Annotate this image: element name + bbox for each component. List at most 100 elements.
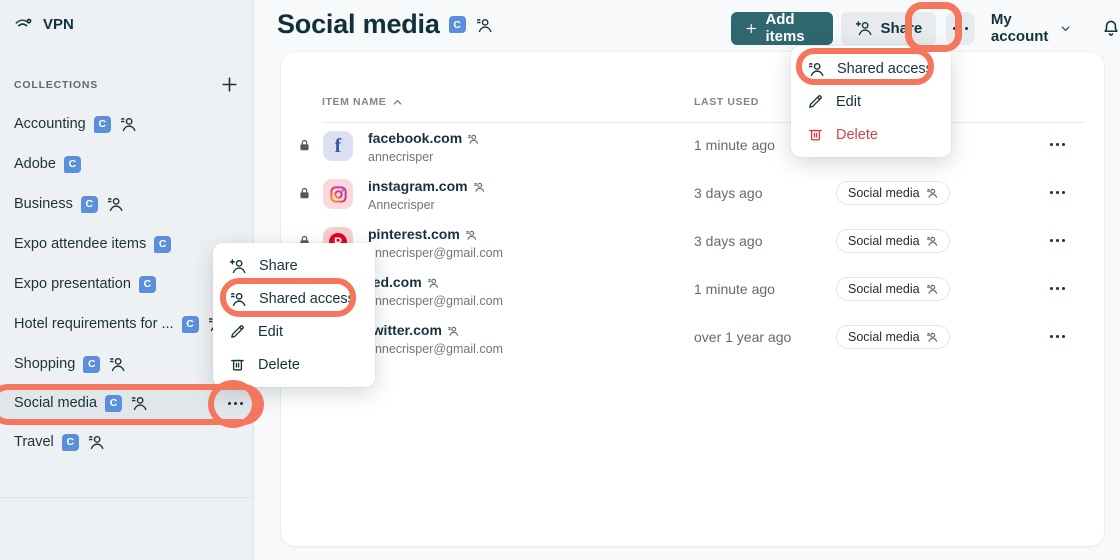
shared-icon: [108, 355, 126, 373]
vpn-icon: [14, 15, 33, 34]
sidebar-item-vpn[interactable]: VPN: [0, 0, 253, 34]
collection-badge: C: [105, 394, 123, 412]
shared-icon: [87, 433, 105, 451]
item-account: Annecrisper: [368, 198, 435, 212]
last-used: 1 minute ago: [694, 137, 775, 153]
collection-badge: C: [181, 315, 199, 333]
items-table: f facebook.com annecrisper 1 minute ago …: [281, 122, 1104, 362]
shared-icon: [427, 277, 439, 289]
person-add-icon: [229, 257, 247, 275]
ellipsis-icon: [953, 26, 969, 30]
trash-icon: [229, 356, 246, 373]
collection-label: Business: [14, 196, 73, 212]
sidebar-item-accounting[interactable]: Accounting C: [0, 104, 253, 144]
chevron-down-icon: [1062, 26, 1070, 31]
menu-item-delete[interactable]: Delete: [213, 348, 375, 381]
share-button[interactable]: Share: [840, 11, 937, 45]
collection-badge: C: [80, 195, 98, 213]
shared-icon: [467, 133, 479, 145]
row-more-button[interactable]: [1050, 287, 1065, 290]
page-title: Social media: [277, 9, 440, 39]
menu-item-label: Shared access: [837, 60, 933, 77]
sidebar-item-social-media[interactable]: Social media C: [0, 384, 253, 422]
item-account: annecrisper@gmail.com: [368, 294, 503, 308]
shared-icon: [926, 331, 938, 343]
menu-item-shared-access[interactable]: Shared access: [213, 282, 375, 315]
item-account: annecrisper: [368, 150, 434, 164]
column-header-last-used: LAST USED: [694, 96, 759, 108]
trash-icon: [807, 126, 824, 143]
last-used: 3 days ago: [694, 233, 763, 249]
collection-badge: C: [83, 355, 101, 373]
table-row[interactable]: t twitter.com annecrisper@gmail.com over…: [281, 314, 1104, 362]
last-used: 1 minute ago: [694, 281, 775, 297]
menu-item-label: Shared access: [259, 290, 355, 307]
instagram-icon: [323, 179, 353, 209]
sidebar-item-adobe[interactable]: Adobe C: [0, 144, 253, 184]
shared-collection-icon: [475, 16, 493, 34]
item-name: facebook.com: [368, 130, 463, 146]
sidebar-item-travel[interactable]: Travel C: [0, 422, 253, 462]
table-row[interactable]: f facebook.com annecrisper 1 minute ago …: [281, 122, 1104, 170]
collection-context-menu: Share Shared access Edit Delete: [213, 243, 375, 387]
sidebar-item-business[interactable]: Business C: [0, 184, 253, 224]
collection-badge: C: [61, 433, 79, 451]
menu-item-edit[interactable]: Edit: [791, 85, 951, 118]
shared-icon: [473, 181, 485, 193]
pencil-icon: [807, 93, 824, 110]
menu-item-share[interactable]: Share: [213, 249, 375, 282]
lock-icon: [297, 186, 312, 201]
row-more-button[interactable]: [1050, 335, 1065, 338]
item-account: annecrisper@gmail.com: [368, 246, 503, 260]
menu-item-label: Edit: [258, 323, 283, 340]
row-more-button[interactable]: [1050, 239, 1065, 242]
sidebar-divider: [0, 497, 253, 498]
menu-item-delete[interactable]: Delete: [791, 118, 951, 151]
item-name: instagram.com: [368, 178, 468, 194]
collection-badge: C: [93, 115, 111, 133]
shared-icon: [119, 115, 137, 133]
sort-ascending-icon: [393, 99, 402, 105]
menu-item-label: Delete: [836, 126, 878, 143]
bell-icon: [1104, 20, 1118, 36]
menu-item-label: Delete: [258, 356, 300, 373]
collections-heading: COLLECTIONS: [14, 78, 99, 91]
plus-icon: [746, 23, 756, 33]
row-more-button[interactable]: [1050, 143, 1065, 146]
item-name: pinterest.com: [368, 226, 460, 242]
shared-icon: [447, 325, 459, 337]
collection-pill[interactable]: Social media: [836, 181, 950, 205]
row-more-button[interactable]: [1050, 191, 1065, 194]
menu-item-label: Edit: [836, 93, 861, 110]
add-collection-button[interactable]: [220, 75, 239, 94]
collection-label: Social media: [14, 395, 98, 411]
table-row[interactable]: P pinterest.com annecrisper@gmail.com 3 …: [281, 218, 1104, 266]
last-used: 3 days ago: [694, 185, 763, 201]
notifications-button[interactable]: [1101, 18, 1120, 39]
item-account: annecrisper@gmail.com: [368, 342, 503, 356]
table-row[interactable]: instagram.com Annecrisper 3 days ago Soc…: [281, 170, 1104, 218]
items-panel: ITEM NAME LAST USED f facebook.com annec…: [281, 52, 1104, 546]
collection-badge: C: [63, 155, 81, 173]
add-items-button[interactable]: Add items: [731, 11, 833, 45]
collection-label: Expo attendee items: [14, 236, 147, 252]
item-name: twitter.com: [368, 322, 442, 338]
menu-item-shared-access[interactable]: Shared access: [791, 52, 951, 85]
sidebar-item-more-button[interactable]: [228, 401, 243, 405]
shared-icon: [926, 187, 938, 199]
last-used: over 1 year ago: [694, 329, 792, 345]
collection-label: Hotel requirements for ...: [14, 316, 174, 332]
menu-item-edit[interactable]: Edit: [213, 315, 375, 348]
person-shared-icon: [229, 290, 247, 308]
pencil-icon: [229, 323, 246, 340]
table-row[interactable]: TED ted.com annecrisper@gmail.com 1 minu…: [281, 266, 1104, 314]
header-more-button[interactable]: [946, 11, 975, 45]
collection-pill[interactable]: Social media: [836, 277, 950, 301]
menu-item-label: Share: [259, 257, 298, 274]
facebook-icon: f: [323, 131, 353, 161]
account-menu-button[interactable]: My account: [991, 11, 1072, 45]
vpn-label: VPN: [43, 16, 74, 33]
column-header-item-name[interactable]: ITEM NAME: [322, 96, 403, 108]
collection-pill[interactable]: Social media: [836, 325, 950, 349]
collection-pill[interactable]: Social media: [836, 229, 950, 253]
